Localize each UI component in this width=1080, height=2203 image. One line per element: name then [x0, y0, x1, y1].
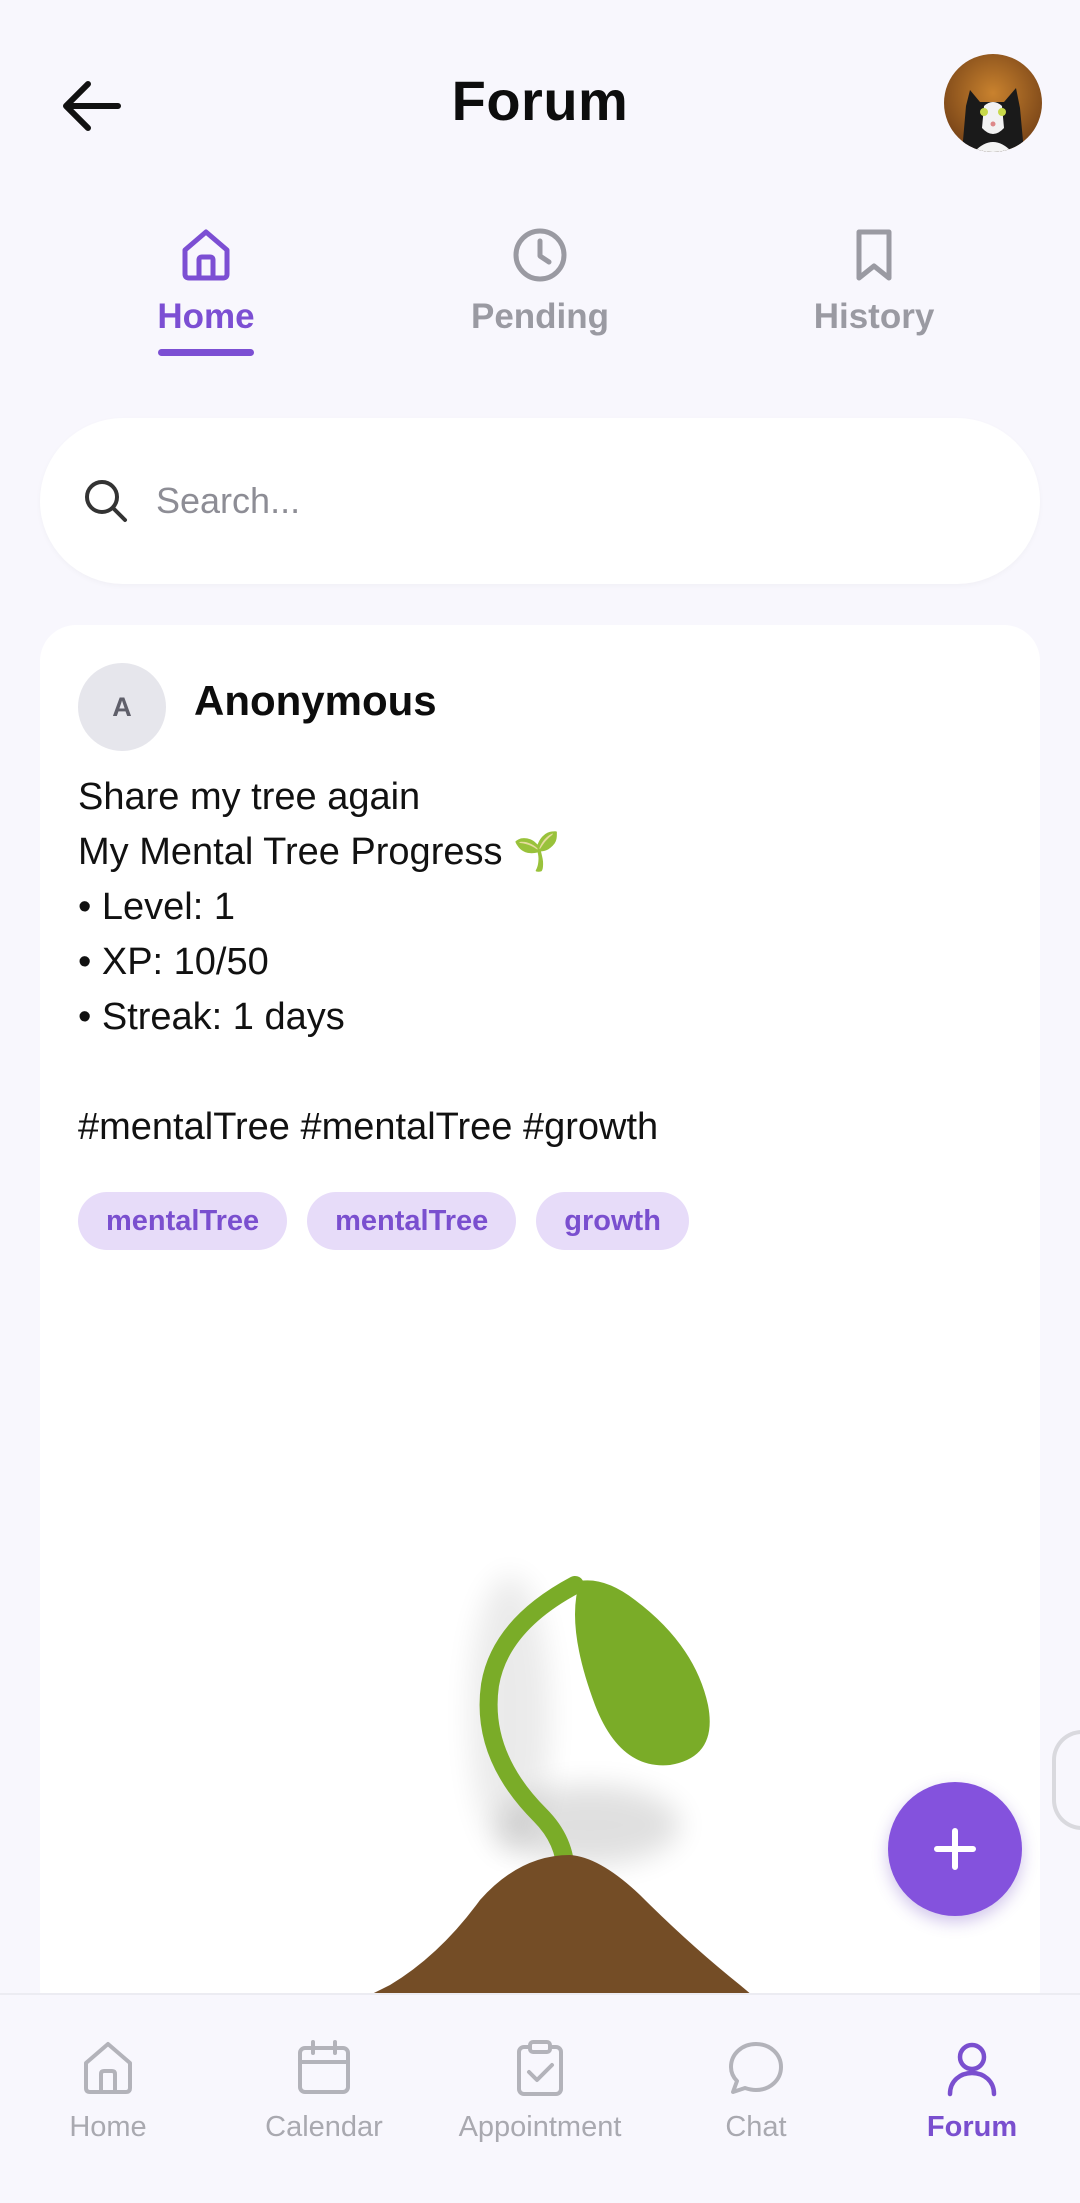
tag-chip[interactable]: mentalTree [307, 1192, 517, 1250]
nav-label-forum: Forum [926, 2111, 1018, 2143]
nav-label-home: Home [69, 2111, 147, 2143]
chat-bubble-icon [723, 2035, 789, 2101]
tag-chip[interactable]: mentalTree [78, 1192, 288, 1250]
add-post-button[interactable] [888, 1782, 1022, 1916]
nav-item-forum[interactable]: Forum [864, 2035, 1080, 2144]
nav-label-chat: Chat [725, 2111, 787, 2143]
forum-post-card[interactable]: A Anonymous Share my tree again My Menta… [40, 625, 1040, 2025]
nav-item-appointment[interactable]: Appointment [432, 2035, 648, 2144]
user-icon [939, 2035, 1005, 2101]
home-icon [75, 2035, 141, 2101]
search-icon [85, 480, 127, 522]
search-input[interactable] [156, 480, 976, 522]
post-line: #mentalTree #mentalTree #growth [78, 1106, 659, 1148]
page-title: Forum [451, 69, 629, 132]
app-header: Forum [0, 0, 1080, 200]
active-tab-indicator [158, 349, 254, 356]
tab-home-label: Home [157, 297, 255, 336]
forum-tabs: Home Pending History [0, 225, 1080, 375]
home-icon [176, 225, 236, 285]
post-line: My Mental Tree Progress 🌱 [78, 831, 561, 873]
tab-pending-label: Pending [470, 297, 610, 336]
search-bar[interactable] [40, 418, 1040, 584]
plus-icon [934, 1828, 976, 1870]
post-line [78, 1045, 978, 1100]
post-author-avatar: A [78, 663, 166, 751]
post-line: • Streak: 1 days [78, 996, 345, 1038]
post-line: • Level: 1 [78, 886, 235, 928]
tab-home[interactable]: Home [96, 225, 316, 356]
bottom-navigation: Home Calendar Appointment Chat Forum [0, 1993, 1080, 2203]
profile-avatar[interactable] [944, 54, 1042, 152]
post-author-name: Anonymous [194, 677, 437, 724]
tab-history-label: History [813, 297, 935, 336]
nav-item-calendar[interactable]: Calendar [216, 2035, 432, 2144]
tag-chip[interactable]: growth [536, 1192, 689, 1250]
post-content: Share my tree again My Mental Tree Progr… [78, 770, 978, 1155]
nav-item-home[interactable]: Home [0, 2035, 216, 2144]
clock-icon [510, 225, 570, 285]
cat-photo [944, 54, 1042, 152]
edge-swipe-handle[interactable] [1052, 1730, 1080, 1830]
post-line: • XP: 10/50 [78, 941, 269, 983]
nav-item-chat[interactable]: Chat [648, 2035, 864, 2144]
post-line: Share my tree again [78, 776, 421, 818]
nav-label-appointment: Appointment [458, 2111, 622, 2143]
clipboard-check-icon [507, 2035, 573, 2101]
mental-tree-image [40, 1385, 1040, 2025]
bookmark-icon [844, 225, 904, 285]
calendar-icon [291, 2035, 357, 2101]
tab-history[interactable]: History [764, 225, 984, 337]
post-tags: mentalTree mentalTree growth [78, 1192, 689, 1250]
nav-label-calendar: Calendar [265, 2111, 383, 2143]
tab-pending[interactable]: Pending [430, 225, 650, 337]
